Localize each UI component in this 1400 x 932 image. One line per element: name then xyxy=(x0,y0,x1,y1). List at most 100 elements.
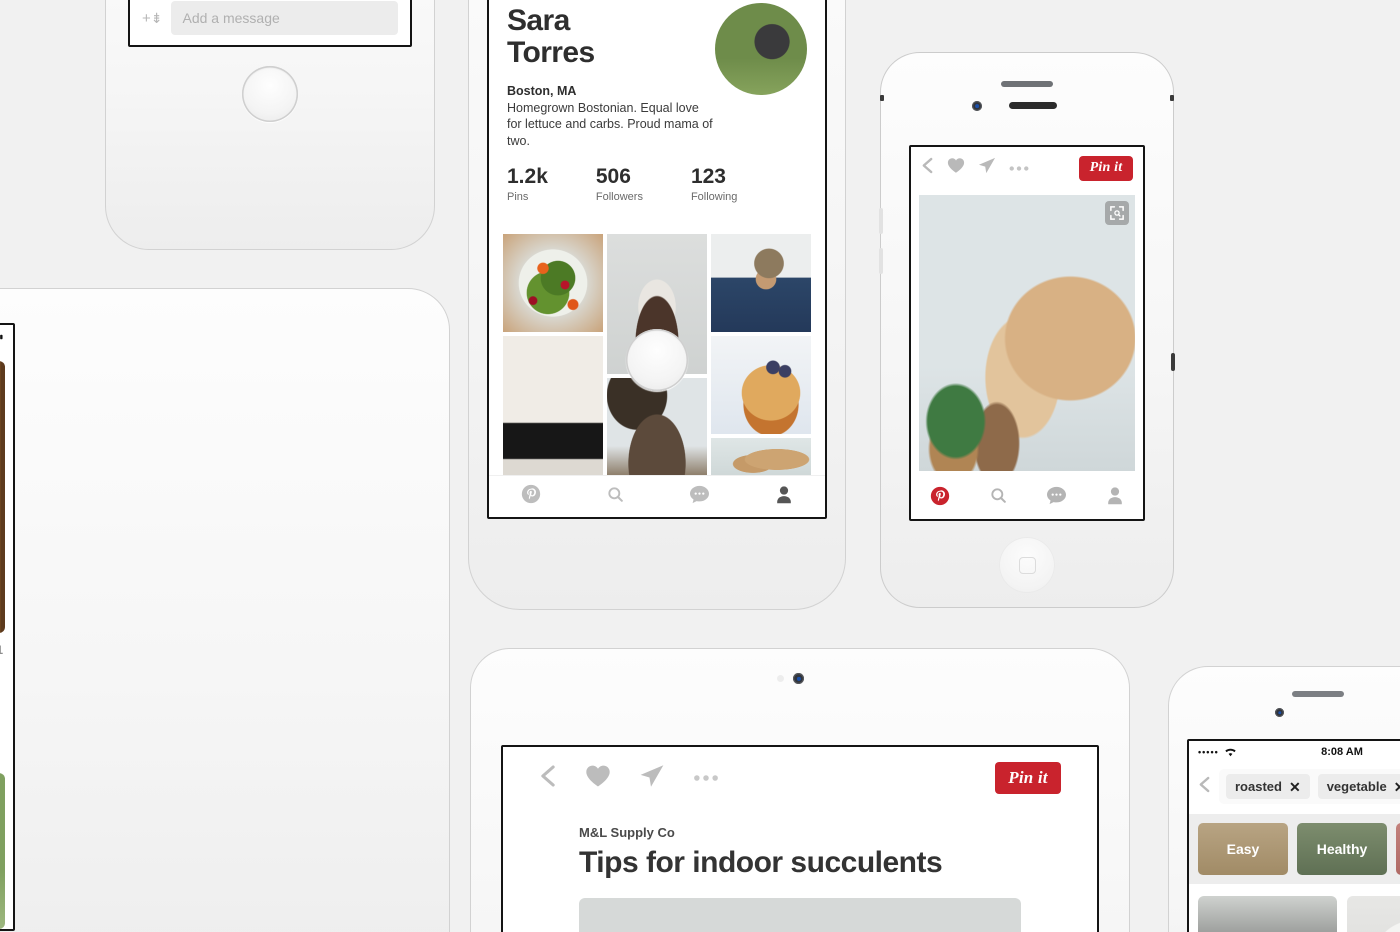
pin-thumb-kid[interactable] xyxy=(711,234,811,332)
close-icon[interactable]: ✕ xyxy=(1289,780,1301,794)
stat-followers[interactable]: 506 Followers xyxy=(596,165,643,203)
profile-name: Sara Torres xyxy=(507,4,595,70)
stat-label: Followers xyxy=(595,191,643,204)
stat-pins[interactable]: 1.2k Pins xyxy=(507,165,548,203)
tacos-pin-image xyxy=(0,361,5,633)
pin-it-button[interactable]: Pin it xyxy=(995,762,1061,794)
like-heart-icon[interactable] xyxy=(947,157,965,179)
guide-chip[interactable]: Sides xyxy=(1396,823,1400,875)
signal-dots-icon: ••••• xyxy=(1198,747,1219,757)
messages-screen: Yes! Wow, I love it. Let's do it +⇟ Add … xyxy=(128,0,412,47)
guide-chip[interactable]: Easy xyxy=(1198,823,1288,875)
search-results xyxy=(1189,884,1400,932)
earpiece-speaker xyxy=(1001,81,1053,87)
front-camera-icon xyxy=(793,673,804,684)
device-iphone-search: ••••• 8:08 AM 100% roasted ✕ xyxy=(1168,666,1400,932)
article-headline: Tips for indoor succulents xyxy=(579,846,943,879)
pin-card[interactable]: Grilled beef tacos with avocado and lime… xyxy=(0,361,5,715)
close-icon[interactable]: ✕ xyxy=(1394,780,1400,794)
pin-it-label: Pin it xyxy=(1089,160,1123,175)
message-input[interactable]: Add a message xyxy=(170,1,398,35)
device-ipad-feed: 100% ⇟ 121 xyxy=(0,288,450,932)
guide-label: Healthy xyxy=(1316,841,1368,857)
earpiece-grill xyxy=(1008,102,1057,109)
guide-chip[interactable]: Healthy xyxy=(1297,823,1387,875)
wifi-icon xyxy=(1224,747,1237,757)
message-composer: +⇟ Add a message xyxy=(130,1,410,35)
profile-stats: 1.2k Pins 506 Followers 123 Following xyxy=(489,149,825,213)
nav-search-icon[interactable] xyxy=(989,486,1008,510)
device-ipad-article: Pin it M&L Supply Co Tips for indoor suc… xyxy=(470,648,1130,932)
send-icon[interactable] xyxy=(639,764,665,793)
nav-profile-person-icon[interactable] xyxy=(1106,486,1124,510)
pin-toolbar: Pin it xyxy=(911,147,1143,189)
antenna-notch xyxy=(1171,353,1175,371)
back-chevron-left-icon[interactable] xyxy=(539,764,557,793)
pin-thumb-salad[interactable] xyxy=(503,234,603,332)
battery-full-icon xyxy=(0,331,3,343)
nav-messages-chat-icon[interactable] xyxy=(1046,486,1067,510)
guide-label: Easy xyxy=(1226,841,1260,857)
cutting-boards-pin-image xyxy=(919,195,1135,471)
bottom-nav xyxy=(489,475,825,517)
like-heart-icon[interactable] xyxy=(585,764,611,793)
profile-bio: Homegrown Bostonian. Equal love for lett… xyxy=(507,100,713,148)
stat-label: Following xyxy=(690,191,738,204)
home-button[interactable] xyxy=(999,537,1055,593)
guide-strip: Easy Healthy Sides xyxy=(1189,814,1400,884)
pin-thumb-tree[interactable] xyxy=(607,378,707,475)
search-bar: roasted ✕ vegetable ✕ xyxy=(1189,763,1400,814)
antenna-notch xyxy=(880,95,884,101)
backpack-pin-image[interactable] xyxy=(0,772,5,929)
device-iphone-pin: Pin it xyxy=(879,52,1175,608)
result-pin[interactable] xyxy=(1198,896,1337,932)
search-token-label: roasted xyxy=(1235,779,1282,794)
profile-avatar xyxy=(715,3,807,95)
back-chevron-left-icon[interactable] xyxy=(921,157,934,179)
status-bar: ••••• 8:08 AM 100% xyxy=(1189,741,1400,763)
status-bar: 100% xyxy=(0,325,13,349)
nav-search-icon[interactable] xyxy=(606,485,625,509)
nav-messages-chat-icon[interactable] xyxy=(689,485,710,509)
result-pin[interactable] xyxy=(1347,896,1400,932)
more-ellipsis-icon[interactable] xyxy=(1009,159,1029,177)
article-screen: Pin it M&L Supply Co Tips for indoor suc… xyxy=(501,745,1099,932)
screenshot-canvas: Yes! Wow, I love it. Let's do it +⇟ Add … xyxy=(0,0,1400,932)
ambient-sensor-icon xyxy=(777,675,784,682)
stat-value: 1.2k xyxy=(507,165,548,189)
pin-it-button[interactable]: Pin it xyxy=(1079,155,1133,181)
feed-screen: 100% ⇟ 121 xyxy=(0,323,15,931)
home-button[interactable] xyxy=(242,66,298,122)
nav-home-pinterest-icon[interactable] xyxy=(521,484,541,509)
pin-screen: Pin it xyxy=(909,145,1145,521)
send-icon[interactable] xyxy=(978,157,996,179)
search-token[interactable]: vegetable ✕ xyxy=(1317,774,1400,799)
add-pin-icon[interactable]: +⇟ xyxy=(142,11,163,26)
profile-screen: Sara Torres Boston, MA Homegrown Bostoni… xyxy=(487,0,827,519)
device-iphone-messages: Yes! Wow, I love it. Let's do it +⇟ Add … xyxy=(105,0,435,250)
antenna-notch xyxy=(1170,95,1174,101)
article-source[interactable]: M&L Supply Co xyxy=(579,825,1021,840)
more-ellipsis-icon[interactable] xyxy=(693,769,719,787)
stat-following[interactable]: 123 Following xyxy=(691,165,737,203)
pin-thumb-board[interactable] xyxy=(711,438,811,475)
search-token-label: vegetable xyxy=(1326,779,1387,794)
nav-home-pinterest-icon[interactable] xyxy=(930,486,950,511)
stat-value: 506 xyxy=(595,165,631,189)
search-token[interactable]: roasted ✕ xyxy=(1226,774,1310,799)
volume-button[interactable] xyxy=(879,208,883,234)
pin-thumb-shelf[interactable] xyxy=(503,336,603,475)
back-chevron-left-icon[interactable] xyxy=(1198,776,1211,798)
stat-value: 123 xyxy=(690,165,726,189)
device-iphone-profile: Sara Torres Boston, MA Homegrown Bostoni… xyxy=(468,0,846,610)
nav-profile-person-icon[interactable] xyxy=(775,485,793,509)
home-button[interactable] xyxy=(626,329,688,391)
pin-thumb-pancakes[interactable] xyxy=(711,336,811,434)
visual-search-icon[interactable] xyxy=(1105,201,1129,225)
stat-label: Pins xyxy=(507,191,529,204)
pin-image-container[interactable] xyxy=(919,195,1135,471)
front-camera-icon xyxy=(972,101,982,111)
volume-button[interactable] xyxy=(879,248,883,274)
front-camera-icon xyxy=(1275,708,1284,717)
message-input-placeholder: Add a message xyxy=(182,10,280,26)
